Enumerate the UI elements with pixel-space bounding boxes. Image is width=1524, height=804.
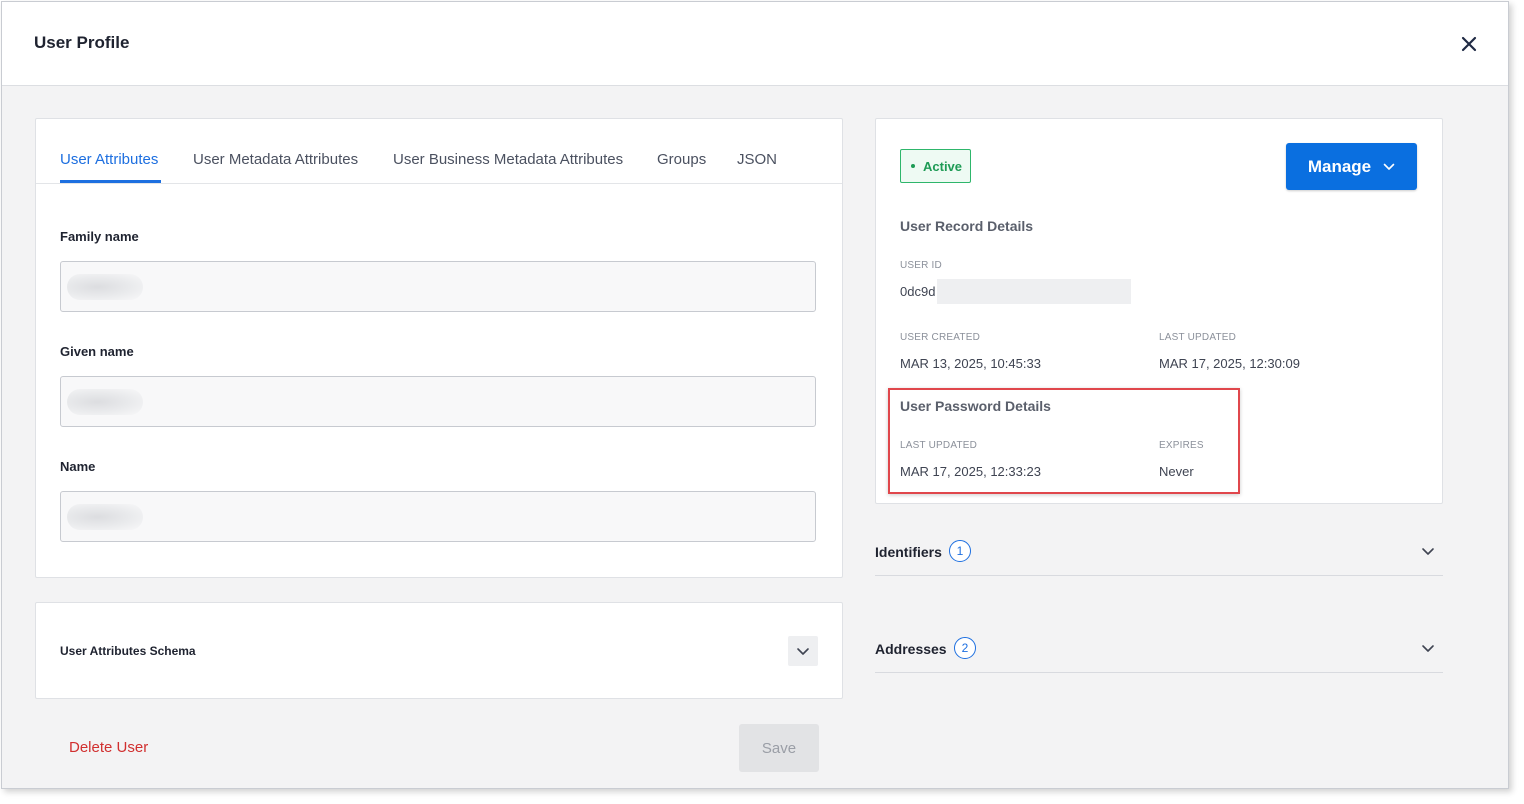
attribute-tabs: User Attributes User Metadata Attributes…	[36, 119, 842, 184]
status-label: Active	[923, 158, 963, 174]
status-dot-icon	[911, 164, 915, 168]
given-name-label: Given name	[60, 344, 134, 359]
dialog-title: User Profile	[34, 33, 130, 52]
redacted-value	[67, 504, 143, 530]
manage-button[interactable]: Manage	[1286, 143, 1417, 190]
addresses-title: Addresses	[875, 641, 947, 657]
addresses-accordion[interactable]: Addresses 2	[875, 629, 1443, 673]
redacted-value	[67, 389, 143, 415]
schema-title: User Attributes Schema	[60, 644, 196, 658]
manage-label: Manage	[1307, 156, 1372, 176]
save-button[interactable]: Save	[739, 724, 819, 772]
given-name-field[interactable]	[60, 376, 816, 427]
delete-user-button[interactable]: Delete User	[69, 739, 148, 756]
chevron-down-icon	[1383, 163, 1395, 170]
tab-json[interactable]: JSON	[737, 151, 777, 168]
redacted-value	[67, 274, 143, 300]
addresses-count-badge: 2	[954, 637, 976, 659]
chevron-down-icon	[1422, 645, 1434, 652]
name-label: Name	[60, 459, 96, 474]
dialog-header: User Profile	[2, 2, 1508, 86]
close-icon[interactable]	[1458, 33, 1480, 55]
chevron-down-icon	[1422, 548, 1434, 555]
record-last-updated-label: LAST UPDATED	[1159, 332, 1237, 343]
name-field[interactable]	[60, 491, 816, 542]
user-id-value: 0dc9d	[900, 284, 936, 299]
status-badge: Active	[900, 149, 971, 183]
family-name-label: Family name	[60, 229, 139, 244]
identifiers-count-badge: 1	[949, 540, 971, 562]
identifiers-title: Identifiers	[875, 544, 942, 560]
user-attributes-panel: User Attributes User Metadata Attributes…	[35, 118, 843, 578]
tab-user-attributes[interactable]: User Attributes	[60, 151, 158, 168]
family-name-field[interactable]	[60, 261, 816, 312]
active-tab-indicator	[60, 180, 161, 183]
identifiers-accordion[interactable]: Identifiers 1	[875, 532, 1443, 576]
tab-user-metadata-attributes[interactable]: User Metadata Attributes	[193, 151, 358, 168]
chevron-down-icon	[797, 648, 809, 655]
user-created-value: MAR 13, 2025, 10:45:33	[900, 356, 1041, 371]
redacted-user-id	[937, 279, 1131, 304]
schema-expand-button[interactable]	[788, 636, 818, 666]
record-last-updated-value: MAR 17, 2025, 12:30:09	[1159, 356, 1300, 371]
password-details-highlight	[888, 388, 1240, 494]
user-created-label: USER CREATED	[900, 332, 981, 343]
user-id-label: USER ID	[900, 260, 942, 271]
user-attributes-schema-panel: User Attributes Schema	[35, 602, 843, 699]
user-record-details-title: User Record Details	[900, 218, 1034, 234]
tab-user-business-metadata-attributes[interactable]: User Business Metadata Attributes	[393, 151, 623, 168]
tab-groups[interactable]: Groups	[657, 151, 706, 168]
user-profile-dialog: User Profile User Attributes User Metada…	[1, 1, 1509, 789]
